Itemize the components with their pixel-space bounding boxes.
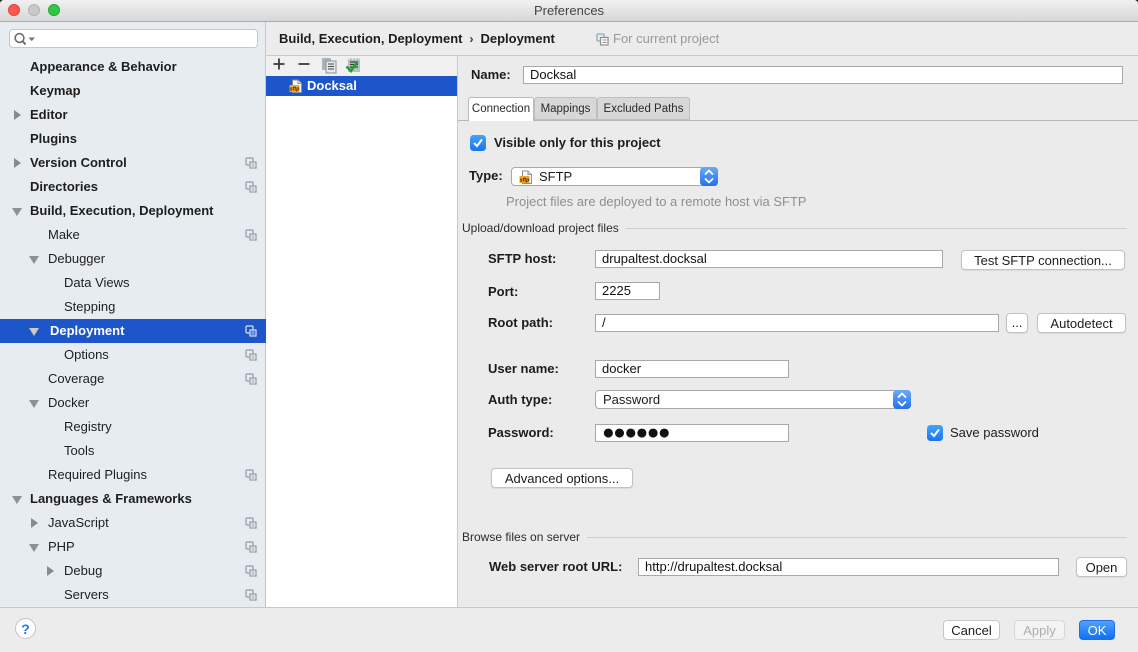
svg-text:sftp: sftp bbox=[520, 178, 530, 184]
svg-text:sftp: sftp bbox=[290, 87, 300, 93]
